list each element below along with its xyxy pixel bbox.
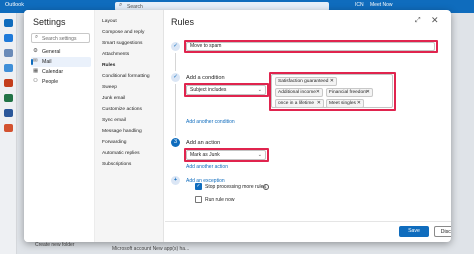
- keyword-tag[interactable]: Meet singles ✕: [326, 99, 364, 108]
- settings-category-people[interactable]: ⚇ People: [31, 77, 91, 87]
- calendar-icon: ▦: [33, 68, 39, 74]
- mail-settings-item[interactable]: Message handling: [102, 129, 142, 134]
- powerpoint-app-icon[interactable]: [4, 124, 13, 132]
- keyword-tag-label: once in a lifetime: [278, 101, 314, 106]
- app-title: Outlook: [5, 2, 24, 8]
- condition-type-dropdown[interactable]: Subject includes ⌄: [186, 85, 266, 95]
- action-heading: Add an action: [186, 140, 221, 146]
- calendar-app-icon[interactable]: [4, 34, 13, 42]
- action-type-value: Mark as Junk: [190, 152, 220, 158]
- mail-settings-item[interactable]: Junk email: [102, 96, 125, 101]
- keyword-tag-label: Satisfaction guaranteed: [278, 79, 329, 84]
- mail-settings-item[interactable]: Forwarding: [102, 140, 126, 145]
- run-rule-now-checkbox[interactable]: [195, 196, 202, 203]
- mail-settings-item[interactable]: Subscriptions: [102, 162, 131, 167]
- keyword-tag[interactable]: Additional income ✕: [275, 88, 323, 97]
- rule-name-value: Move to spam: [190, 43, 222, 49]
- create-folder-link[interactable]: Create new folder: [35, 242, 74, 248]
- chevron-down-icon: ⌄: [257, 87, 262, 93]
- mail-settings-item[interactable]: Conditional formatting: [102, 74, 150, 79]
- expand-icon[interactable]: ⤢: [415, 17, 421, 25]
- groups-app-icon[interactable]: [4, 64, 13, 72]
- settings-category-mail[interactable]: ✉ Mail: [31, 57, 91, 67]
- step-complete-icon: ✓: [171, 73, 180, 82]
- condition-type-value: Subject includes: [190, 87, 227, 93]
- search-icon: ⌕: [35, 34, 39, 40]
- mail-settings-item[interactable]: Sync email: [102, 118, 126, 123]
- mail-settings-item[interactable]: Automatic replies: [102, 151, 140, 156]
- stop-processing-checkbox[interactable]: ✓: [195, 183, 202, 190]
- settings-search-placeholder: Search settings: [42, 35, 77, 42]
- add-another-action-link[interactable]: Add another action: [186, 164, 228, 170]
- top-search-placeholder: Search: [127, 3, 143, 10]
- close-icon[interactable]: ✕: [431, 15, 439, 26]
- settings-title: Settings: [33, 17, 66, 27]
- mail-app-icon[interactable]: [4, 19, 13, 27]
- keyword-tag[interactable]: Satisfaction guaranteed ✕: [275, 77, 337, 86]
- mail-settings-item[interactable]: Attachments: [102, 52, 129, 57]
- people-icon: ⚇: [33, 78, 38, 84]
- word-app-icon[interactable]: [4, 109, 13, 117]
- step-number-badge: 3: [171, 138, 180, 147]
- action-type-dropdown[interactable]: Mark as Junk ⌄: [186, 150, 266, 160]
- mail-settings-item[interactable]: Compose and reply: [102, 30, 144, 35]
- add-another-condition-link[interactable]: Add another condition: [186, 119, 235, 125]
- keyword-tag[interactable]: once in a lifetime ✕: [275, 99, 324, 108]
- add-exception-icon: +: [171, 176, 180, 185]
- message-preview-snippet: Microsoft account New app(s) ha...: [112, 246, 190, 252]
- remove-tag-icon[interactable]: ✕: [366, 89, 370, 96]
- settings-nav: Settings ⌕ Search settings ⚙ General ✉ M…: [24, 10, 93, 242]
- remove-tag-icon[interactable]: ✕: [330, 78, 334, 85]
- category-label: Mail: [42, 59, 52, 65]
- save-button[interactable]: Save: [399, 226, 429, 237]
- step-connector: [175, 53, 176, 71]
- people-app-icon[interactable]: [4, 49, 13, 57]
- mail-settings-item[interactable]: Layout: [102, 19, 117, 24]
- gear-icon: ⚙: [33, 48, 38, 54]
- settings-category-general[interactable]: ⚙ General: [31, 47, 91, 57]
- excel-app-icon[interactable]: [4, 94, 13, 102]
- office-app-icon[interactable]: [4, 79, 13, 87]
- keyword-tag-label: Financial freedom: [329, 90, 368, 95]
- topbar-item[interactable]: ICN: [355, 2, 364, 8]
- rules-pane: Rules ⤢ ✕ ✓ Move to spam ✓ Add a conditi…: [165, 10, 451, 242]
- mail-settings-item-rules[interactable]: Rules: [102, 63, 115, 68]
- keyword-tag-label: Meet singles: [329, 101, 356, 106]
- stop-processing-label: Stop processing more rules: [205, 184, 266, 190]
- category-label: Calendar: [42, 69, 64, 75]
- settings-category-calendar[interactable]: ▦ Calendar: [31, 67, 91, 77]
- mail-settings-item[interactable]: Sweep: [102, 85, 117, 90]
- step-complete-icon: ✓: [171, 42, 180, 51]
- mail-settings-nav: Layout Compose and reply Smart suggestio…: [94, 10, 164, 242]
- app-rail: [0, 13, 17, 254]
- chevron-down-icon: ⌄: [257, 152, 262, 158]
- category-label: General: [42, 49, 61, 55]
- meet-now-button[interactable]: Meet Now: [370, 2, 393, 8]
- remove-tag-icon[interactable]: ✕: [317, 100, 321, 107]
- remove-tag-icon[interactable]: ✕: [357, 100, 361, 107]
- settings-dialog: Settings ⌕ Search settings ⚙ General ✉ M…: [24, 10, 451, 242]
- search-icon: ⌕: [119, 2, 123, 8]
- keyword-tag[interactable]: Financial freedom ✕: [326, 88, 373, 97]
- condition-heading: Add a condition: [186, 75, 225, 81]
- run-rule-now-label: Run rule now: [205, 197, 235, 203]
- settings-search-input[interactable]: ⌕ Search settings: [31, 33, 90, 43]
- mail-settings-item[interactable]: Customize actions: [102, 107, 142, 112]
- rule-name-input[interactable]: Move to spam: [186, 42, 435, 51]
- footer-divider: [165, 221, 451, 222]
- topbar-right-items: ICN Meet Now: [355, 2, 398, 8]
- mail-icon: ✉: [33, 58, 38, 64]
- rules-title: Rules: [171, 17, 195, 27]
- keywords-input[interactable]: Satisfaction guaranteed ✕ Additional inc…: [271, 74, 393, 108]
- info-icon[interactable]: i: [263, 184, 269, 190]
- keyword-tag-label: Additional income: [278, 90, 316, 95]
- step-connector: [175, 84, 176, 136]
- mail-settings-item[interactable]: Smart suggestions: [102, 41, 143, 46]
- category-label: People: [42, 79, 59, 85]
- discard-button[interactable]: Discard: [434, 226, 451, 237]
- remove-tag-icon[interactable]: ✕: [316, 89, 320, 96]
